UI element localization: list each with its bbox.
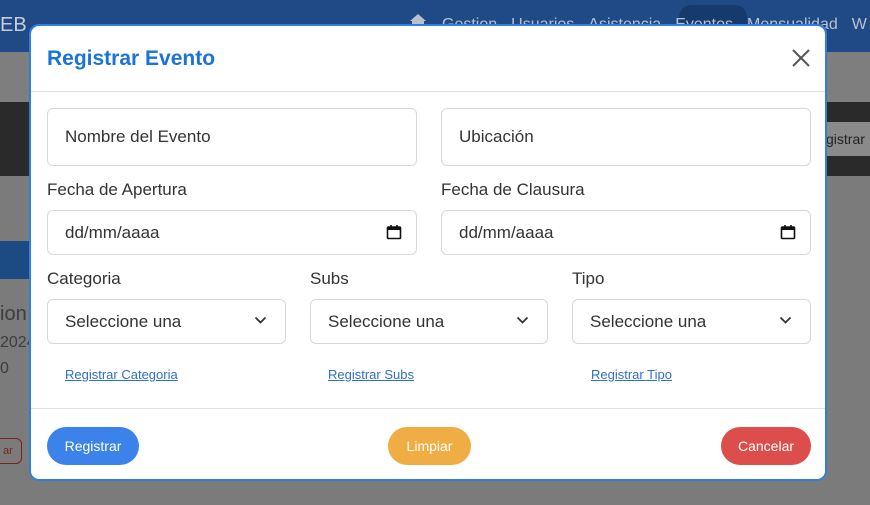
background-text-1: ion <box>0 303 27 325</box>
location-placeholder: Ubicación <box>459 127 534 146</box>
brand-text: EB <box>0 14 27 36</box>
cancel-button[interactable]: Cancelar <box>721 427 811 465</box>
category-select[interactable]: Seleccione una <box>47 299 286 344</box>
close-button[interactable] <box>791 48 811 68</box>
clear-button[interactable]: Limpiar <box>388 427 471 465</box>
event-name-placeholder: Nombre del Evento <box>65 127 211 146</box>
close-icon <box>792 49 810 67</box>
background-tag[interactable]: ar <box>0 438 22 464</box>
background-text-3: 0 <box>0 360 9 377</box>
subs-select[interactable]: Seleccione una <box>310 299 548 344</box>
event-name-input[interactable]: Nombre del Evento <box>47 108 417 166</box>
category-label: Categoria <box>47 269 121 288</box>
calendar-icon[interactable] <box>780 224 796 240</box>
modal-header: Registrar Evento <box>31 26 825 92</box>
open-date-label: Fecha de Apertura <box>47 180 187 199</box>
modal-title: Registrar Evento <box>47 47 216 70</box>
type-select-value: Seleccione una <box>590 311 707 331</box>
close-date-value: dd/mm/aaaa <box>459 222 554 242</box>
register-subs-link[interactable]: Registrar Subs <box>328 367 414 382</box>
modal-footer: Registrar Limpiar Cancelar <box>31 408 825 479</box>
register-button[interactable]: Registrar <box>47 427 139 465</box>
location-input[interactable]: Ubicación <box>441 108 811 166</box>
chevron-down-icon <box>516 316 529 324</box>
subs-select-value: Seleccione una <box>328 311 445 331</box>
register-event-modal: Registrar Evento Nombre del Evento Ubica… <box>29 24 827 481</box>
close-date-input[interactable]: dd/mm/aaaa <box>441 210 811 255</box>
chevron-down-icon <box>779 316 792 324</box>
category-select-value: Seleccione una <box>65 311 182 331</box>
open-date-value: dd/mm/aaaa <box>65 222 160 242</box>
chevron-down-icon <box>254 316 267 324</box>
open-date-input[interactable]: dd/mm/aaaa <box>47 210 417 255</box>
type-label: Tipo <box>572 269 605 288</box>
subs-label: Subs <box>310 269 349 288</box>
type-select[interactable]: Seleccione una <box>572 299 811 344</box>
register-category-link[interactable]: Registrar Categoria <box>65 367 178 382</box>
calendar-icon[interactable] <box>386 224 402 240</box>
nav-link-extra[interactable]: W <box>852 16 867 34</box>
close-date-label: Fecha de Clausura <box>441 180 585 199</box>
register-type-link[interactable]: Registrar Tipo <box>591 367 672 382</box>
